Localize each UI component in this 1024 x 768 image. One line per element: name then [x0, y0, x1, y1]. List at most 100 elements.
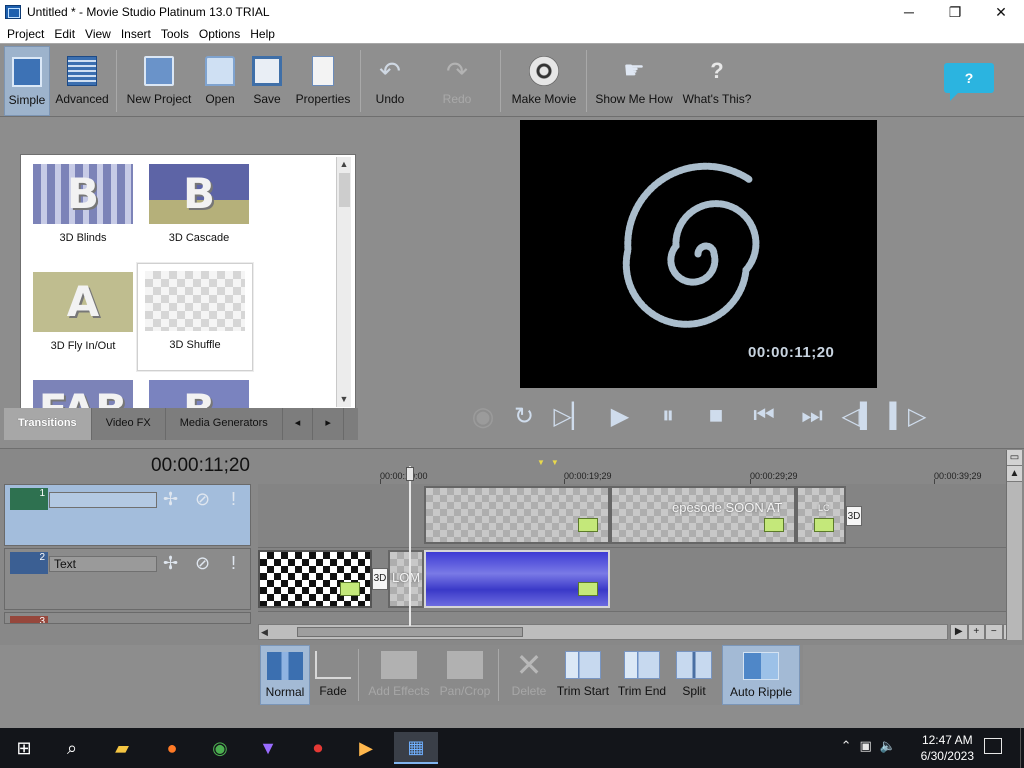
chrome-icon[interactable]: ◉ — [198, 732, 242, 764]
file-explorer-icon[interactable]: ▰ — [100, 732, 144, 764]
transition-3d-fly-in-out[interactable]: A 3D Fly In/Out — [25, 265, 141, 373]
scroll-down-icon[interactable]: ▼ — [337, 392, 351, 407]
open-button[interactable]: Open — [200, 46, 240, 116]
video-clip[interactable]: LOM — [388, 550, 424, 608]
normal-tool-button[interactable]: Normal — [260, 645, 310, 705]
track-lane-2[interactable]: 3D LOM — [258, 548, 1006, 612]
clip-fx-icon[interactable] — [578, 582, 598, 596]
playhead-handle[interactable] — [406, 467, 414, 481]
track-header-3[interactable]: 3 — [4, 612, 251, 624]
redo-button[interactable]: ↷ Redo — [434, 46, 480, 116]
movie-studio-taskbar-icon[interactable]: ▦ — [394, 732, 438, 764]
menu-view[interactable]: View — [80, 27, 116, 41]
simple-button[interactable]: Simple — [4, 46, 50, 116]
zoom-out-icon[interactable]: − — [985, 624, 1003, 640]
video-clip[interactable]: epesode SOON AT — [610, 486, 796, 544]
add-effects-button[interactable]: Add Effects — [368, 645, 430, 705]
clip-fx-icon[interactable] — [814, 518, 834, 532]
scroll-left-icon[interactable]: ◀ — [261, 625, 268, 639]
loop-playback-icon[interactable]: ↻ — [500, 398, 548, 434]
fade-tool-button[interactable]: Fade — [314, 645, 352, 705]
timeline-horizontal-scrollbar[interactable]: ◀ — [258, 624, 948, 640]
timeline-vertical-scrollbar[interactable]: ▭ ▲ — [1006, 450, 1022, 640]
new-project-button[interactable]: New Project — [124, 46, 194, 116]
transition-3d-shuffle[interactable]: 3D Shuffle — [137, 263, 253, 371]
track-options-icon[interactable]: ▭ — [1007, 450, 1022, 466]
menu-options[interactable]: Options — [194, 27, 245, 41]
pause-icon[interactable]: ⏸ — [644, 398, 692, 434]
clip-fx-icon[interactable] — [340, 582, 360, 596]
menu-tools[interactable]: Tools — [156, 27, 194, 41]
solo-icon[interactable]: ! — [231, 553, 236, 574]
show-me-how-button[interactable]: ☛ Show Me How — [594, 46, 674, 116]
undo-button[interactable]: ↶ Undo — [368, 46, 412, 116]
clip-fx-icon[interactable] — [578, 518, 598, 532]
close-button[interactable]: ✕ — [978, 0, 1024, 24]
video-clip[interactable] — [258, 550, 372, 608]
video-clip[interactable]: LC — [796, 486, 846, 544]
track-header-1[interactable]: 1 ✢ ⊘ ! — [4, 484, 251, 546]
zoom-in-icon[interactable]: + — [967, 624, 985, 640]
transition-marker[interactable]: 3D — [372, 568, 388, 590]
next-marker-icon[interactable]: ⏭ — [788, 398, 836, 434]
scroll-right-icon[interactable]: ▶ — [950, 624, 968, 640]
transition-item[interactable]: B — [141, 373, 257, 408]
menu-help[interactable]: Help — [245, 27, 280, 41]
menu-project[interactable]: Project — [2, 27, 49, 41]
properties-button[interactable]: Properties — [292, 46, 354, 116]
track-lane-1[interactable]: epesode SOON AT LC 3D — [258, 484, 1006, 548]
save-button[interactable]: Save — [248, 46, 286, 116]
track-header-2[interactable]: 2 Text ✢ ⊘ ! — [4, 548, 251, 610]
minimize-button[interactable]: ─ — [886, 0, 932, 24]
timeline-ruler[interactable]: 00:00:10:00 00:00:19;29 00:00:29;29 00:0… — [258, 459, 1006, 487]
help-bubble-button[interactable]: ? — [944, 63, 994, 101]
play-from-start-icon[interactable]: ▷▏ — [548, 398, 596, 434]
track-motion-icon[interactable]: ✢ — [163, 489, 178, 510]
media-player-icon[interactable]: ▶ — [344, 732, 388, 764]
solo-icon[interactable]: ! — [231, 489, 236, 510]
clip-fx-icon[interactable] — [764, 518, 784, 532]
tab-video-fx[interactable]: Video FX — [92, 408, 166, 440]
mute-icon[interactable]: ⊘ — [195, 489, 210, 510]
notification-center-icon[interactable] — [984, 738, 1002, 754]
next-frame-icon[interactable]: ▍▷ — [884, 398, 932, 434]
transition-3d-blinds[interactable]: B 3D Blinds — [25, 157, 141, 265]
show-desktop-button[interactable] — [1020, 728, 1024, 768]
maximize-button[interactable]: ❐ — [932, 0, 978, 24]
system-tray[interactable]: ⌃▣🔈 — [841, 738, 904, 754]
scroll-thumb[interactable] — [339, 173, 350, 207]
split-button[interactable]: Split — [672, 645, 716, 705]
transition-item[interactable]: FAB — [25, 373, 141, 408]
play-icon[interactable]: ▶ — [596, 398, 644, 434]
track-motion-icon[interactable]: ✢ — [163, 553, 178, 574]
tabs-next-arrow-icon[interactable]: ▸ — [313, 408, 344, 440]
screen-recorder-icon[interactable]: ⏺ — [296, 732, 340, 764]
tab-transitions[interactable]: Transitions — [4, 408, 92, 440]
firefox-icon[interactable]: ● — [150, 732, 194, 764]
mute-icon[interactable]: ⊘ — [195, 553, 210, 574]
pan-crop-button[interactable]: Pan/Crop — [438, 645, 492, 705]
loop-region-markers[interactable]: ▼▼ — [537, 458, 565, 467]
start-windows-icon[interactable]: ⊞ — [2, 732, 46, 764]
gallery-scrollbar[interactable]: ▲ ▼ — [336, 157, 351, 407]
stop-icon[interactable]: ■ — [692, 398, 740, 434]
scroll-up-icon[interactable]: ▲ — [1007, 466, 1022, 482]
previous-marker-icon[interactable]: ⏮ — [740, 398, 788, 434]
search-icon[interactable]: ⌕ — [50, 732, 94, 764]
advanced-button[interactable]: Advanced — [52, 46, 112, 116]
track-name-field[interactable]: Text — [49, 556, 157, 572]
previous-frame-icon[interactable]: ◁▍ — [836, 398, 884, 434]
trim-end-button[interactable]: Trim End — [616, 645, 668, 705]
menu-edit[interactable]: Edit — [49, 27, 80, 41]
tab-media-generators[interactable]: Media Generators — [166, 408, 283, 440]
scroll-up-icon[interactable]: ▲ — [337, 157, 351, 172]
transition-marker[interactable]: 3D — [846, 506, 862, 526]
auto-ripple-button[interactable]: Auto Ripple — [722, 645, 800, 705]
delete-button[interactable]: ✕ Delete — [508, 645, 550, 705]
menu-insert[interactable]: Insert — [116, 27, 156, 41]
transition-3d-cascade[interactable]: B 3D Cascade — [141, 157, 257, 265]
app-icon[interactable]: ▼ — [246, 732, 290, 764]
make-movie-button[interactable]: Make Movie — [508, 46, 580, 116]
track-name-field[interactable] — [49, 492, 157, 508]
video-clip[interactable] — [424, 486, 610, 544]
